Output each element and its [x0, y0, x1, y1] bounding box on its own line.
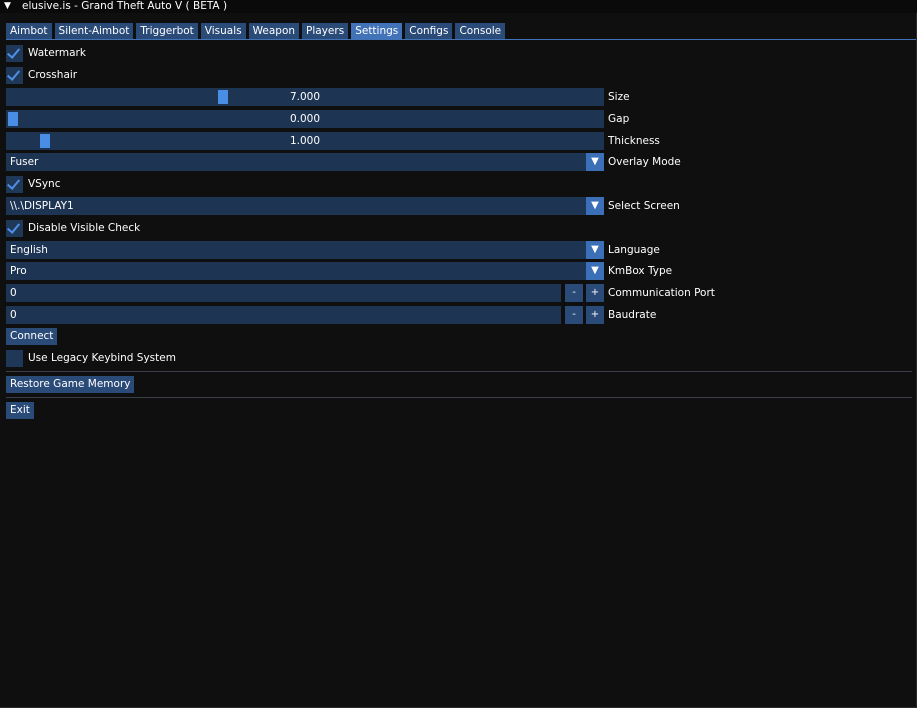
overlay-mode-value: Fuser: [10, 156, 39, 168]
kmbox-type-value: Pro: [10, 265, 27, 277]
dropdown-arrow-icon[interactable]: ▼: [586, 197, 604, 215]
vsync-label[interactable]: VSync: [28, 178, 61, 190]
exit-button[interactable]: Exit: [6, 402, 34, 419]
size-label: Size: [608, 91, 630, 103]
overlay-mode-label: Overlay Mode: [608, 156, 681, 168]
overlay-mode-combo[interactable]: Fuser ▼: [6, 153, 604, 171]
crosshair-checkbox[interactable]: [6, 66, 23, 84]
crosshair-row: Crosshair: [6, 66, 77, 84]
tab-console[interactable]: Console: [455, 23, 506, 39]
language-label: Language: [608, 244, 660, 256]
select-screen-value: \\.\DISPLAY1: [10, 200, 74, 212]
collapse-arrow-icon[interactable]: ▼: [4, 0, 18, 13]
dropdown-arrow-icon[interactable]: ▼: [586, 153, 604, 171]
title-bar[interactable]: ▼ elusive.is - Grand Theft Auto V ( BETA…: [0, 0, 917, 13]
tab-settings[interactable]: Settings: [351, 23, 403, 39]
legacy-keybind-checkbox[interactable]: [6, 349, 23, 367]
separator: [6, 397, 912, 398]
baudrate-label: Baudrate: [608, 309, 657, 321]
kmbox-type-combo[interactable]: Pro ▼: [6, 262, 604, 280]
checkmark-icon: [6, 219, 21, 234]
size-slider[interactable]: 7.000: [6, 88, 604, 106]
connect-button[interactable]: Connect: [6, 328, 58, 345]
tab-players[interactable]: Players: [302, 23, 349, 39]
thickness-value: 1.000: [289, 135, 321, 147]
gap-label: Gap: [608, 113, 630, 125]
tab-bar: Aimbot Silent-Aimbot Triggerbot Visuals …: [6, 23, 508, 39]
checkmark-icon: [6, 44, 21, 59]
select-screen-combo[interactable]: \\.\DISPLAY1 ▼: [6, 197, 604, 215]
tab-configs[interactable]: Configs: [405, 23, 453, 39]
tab-triggerbot[interactable]: Triggerbot: [136, 23, 198, 39]
checkmark-icon: [6, 175, 21, 190]
watermark-label[interactable]: Watermark: [28, 47, 86, 59]
language-combo[interactable]: English ▼: [6, 241, 604, 259]
legacy-keybind-label[interactable]: Use Legacy Keybind System: [28, 352, 176, 364]
legacy-keybind-row: Use Legacy Keybind System: [6, 349, 176, 367]
thickness-slider[interactable]: 1.000: [6, 132, 604, 150]
baudrate-plus-button[interactable]: +: [586, 306, 604, 324]
kmbox-type-label: KmBox Type: [608, 265, 673, 277]
tab-aimbot[interactable]: Aimbot: [6, 23, 52, 39]
communication-port-minus-button[interactable]: -: [565, 284, 583, 302]
dropdown-arrow-icon[interactable]: ▼: [586, 241, 604, 259]
disable-visible-check-row: Disable Visible Check: [6, 219, 140, 237]
watermark-row: Watermark: [6, 44, 86, 62]
disable-visible-check-checkbox[interactable]: [6, 219, 23, 237]
communication-port-input[interactable]: 0: [6, 284, 561, 302]
disable-visible-check-label[interactable]: Disable Visible Check: [28, 222, 140, 234]
baudrate-value: 0: [10, 309, 17, 321]
select-screen-label: Select Screen: [608, 200, 680, 212]
vsync-checkbox[interactable]: [6, 175, 23, 193]
communication-port-plus-button[interactable]: +: [586, 284, 604, 302]
restore-game-memory-button[interactable]: Restore Game Memory: [6, 376, 135, 393]
baudrate-minus-button[interactable]: -: [565, 306, 583, 324]
tab-visuals[interactable]: Visuals: [200, 23, 246, 39]
communication-port-label: Communication Port: [608, 287, 715, 299]
tab-weapon[interactable]: Weapon: [248, 23, 300, 39]
separator: [6, 371, 912, 372]
baudrate-input[interactable]: 0: [6, 306, 561, 324]
crosshair-label[interactable]: Crosshair: [28, 69, 77, 81]
watermark-checkbox[interactable]: [6, 44, 23, 62]
gap-value: 0.000: [289, 113, 321, 125]
app-window: ▼ elusive.is - Grand Theft Auto V ( BETA…: [0, 0, 917, 708]
checkmark-icon: [6, 66, 21, 81]
gap-slider[interactable]: 0.000: [6, 110, 604, 128]
vsync-row: VSync: [6, 175, 61, 193]
size-value: 7.000: [289, 91, 321, 103]
tab-silent-aimbot[interactable]: Silent-Aimbot: [54, 23, 134, 39]
window-title: elusive.is - Grand Theft Auto V ( BETA ): [22, 0, 228, 12]
tab-underline: [6, 39, 916, 40]
communication-port-value: 0: [10, 287, 17, 299]
thickness-label: Thickness: [608, 135, 660, 147]
dropdown-arrow-icon[interactable]: ▼: [586, 262, 604, 280]
language-value: English: [10, 244, 48, 256]
